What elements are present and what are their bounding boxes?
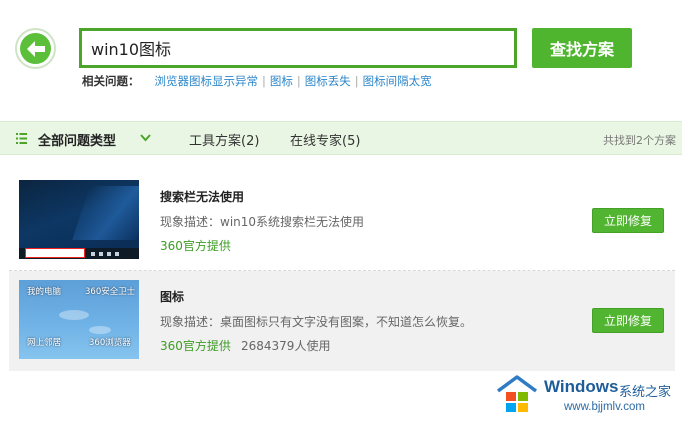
- all-types-dropdown[interactable]: 全部问题类型: [38, 130, 116, 149]
- result-provider: 360官方提供: [160, 339, 231, 353]
- separator: |: [296, 74, 301, 88]
- result-description: 现象描述：win10系统搜索栏无法使用: [160, 215, 365, 229]
- back-button[interactable]: [15, 28, 56, 69]
- watermark-brand-cn: 系统之家: [619, 385, 672, 400]
- result-item: 我的电脑 360安全卫士 网上邻居 360浏览器 图标 现象描述：桌面图标只有文…: [9, 271, 675, 371]
- related-link[interactable]: 图标丢失: [305, 73, 351, 89]
- thumbnail-label: 360安全卫士: [85, 287, 136, 297]
- result-thumbnail: [19, 180, 139, 259]
- back-arrow-icon: [20, 33, 51, 64]
- separator: |: [262, 74, 266, 88]
- result-count: 共找到2个方案: [603, 134, 676, 147]
- result-thumbnail: 我的电脑 360安全卫士 网上邻居 360浏览器: [19, 280, 139, 359]
- result-item: 搜索栏无法使用 现象描述：win10系统搜索栏无法使用 360官方提供 立即修复: [9, 171, 675, 271]
- related-label: 相关问题：: [82, 74, 140, 88]
- thumbnail-label: 我的电脑: [27, 287, 62, 297]
- filter-bar: 全部问题类型 工具方案(2) 在线专家(5) 共找到2个方案: [0, 121, 682, 155]
- related-questions: 相关问题： 浏览器图标显示异常 | 图标 | 图标丢失 | 图标间隔太宽: [82, 73, 432, 89]
- thumbnail-label: 网上邻居: [27, 338, 62, 348]
- related-link[interactable]: 浏览器图标显示异常: [155, 73, 259, 89]
- windows-logo-icon: [496, 375, 538, 412]
- list-icon: [16, 133, 27, 144]
- search-field[interactable]: [79, 28, 517, 68]
- chevron-down-icon[interactable]: [139, 131, 152, 144]
- related-link[interactable]: 图标: [270, 73, 293, 89]
- watermark-brand: Windows: [544, 377, 619, 396]
- watermark: Windows 系统之家 www.bjjmlv.com: [494, 374, 680, 418]
- search-input[interactable]: [82, 31, 514, 65]
- separator: |: [354, 74, 359, 88]
- thumbnail-label: 360浏览器: [89, 338, 131, 348]
- fix-now-button[interactable]: 立即修复: [592, 208, 664, 233]
- result-description: 现象描述：桌面图标只有文字没有图案，不知道怎么恢复。: [160, 315, 473, 329]
- fix-now-button[interactable]: 立即修复: [592, 308, 664, 333]
- tab-tool-solutions[interactable]: 工具方案(2): [189, 130, 259, 149]
- result-title[interactable]: 搜索栏无法使用: [160, 188, 244, 205]
- usage-count: 2684379人使用: [241, 339, 331, 353]
- related-link[interactable]: 图标间隔太宽: [363, 73, 432, 89]
- watermark-site: www.bjjmlv.com: [564, 401, 645, 413]
- search-button[interactable]: 查找方案: [532, 28, 632, 68]
- tab-online-experts[interactable]: 在线专家(5): [290, 130, 360, 149]
- result-title[interactable]: 图标: [160, 288, 184, 305]
- result-provider: 360官方提供: [160, 239, 231, 253]
